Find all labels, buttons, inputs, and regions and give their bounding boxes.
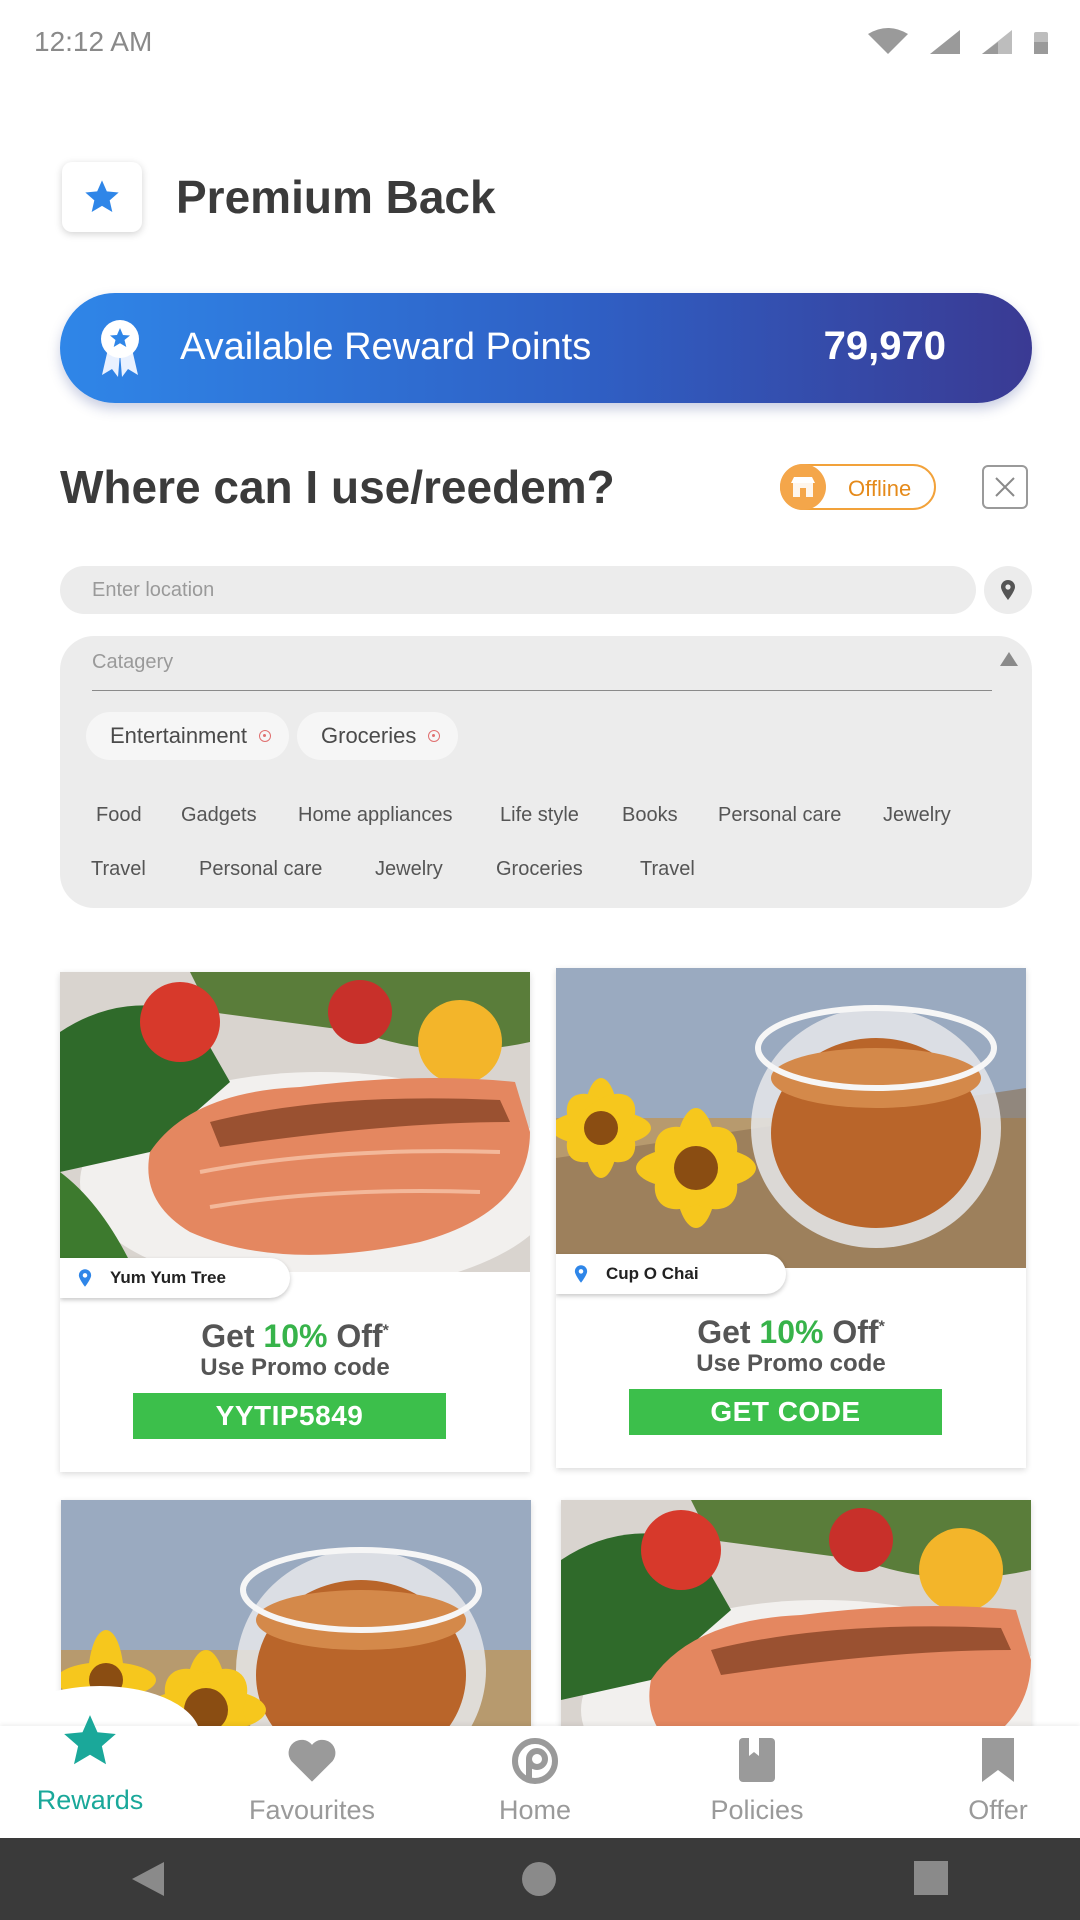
category-label: Catagery <box>92 651 174 673</box>
battery-icon <box>1034 32 1048 54</box>
store-name: Cup O Chai <box>606 1264 699 1283</box>
location-pin-icon <box>78 1269 92 1287</box>
recents-icon[interactable] <box>913 1860 949 1896</box>
collapse-arrow-icon[interactable] <box>1000 652 1018 666</box>
category-option[interactable]: Personal care <box>199 858 322 881</box>
nav-policies[interactable]: Policies <box>667 1726 847 1838</box>
category-option[interactable]: Gadgets <box>181 804 257 827</box>
reward-points-value: 79,970 <box>823 324 946 368</box>
category-option[interactable]: Travel <box>640 858 695 881</box>
offer-percent: 10% <box>759 1314 824 1350</box>
offer-text: Get 10% Off* <box>697 1314 885 1350</box>
bottom-nav: Rewards Favourites Home Policies Offer <box>0 1715 1080 1838</box>
offline-label: Offline <box>848 476 912 501</box>
offer-text: Get 10% Off* <box>201 1318 389 1354</box>
signal-icon <box>930 30 960 54</box>
book-icon <box>739 1738 775 1782</box>
reward-points-banner[interactable]: Available Reward Points 79,970 <box>60 293 1032 403</box>
app-logo <box>62 162 142 232</box>
promo-label: Use Promo code <box>200 1354 390 1381</box>
get-code-button[interactable]: GET CODE <box>629 1389 942 1435</box>
location-button[interactable] <box>984 566 1032 614</box>
reward-label: Available Reward Points <box>180 326 592 368</box>
signal-2-icon <box>982 30 1012 54</box>
category-option[interactable]: Travel <box>91 858 146 881</box>
app-title: Premium Back <box>176 171 496 223</box>
promo-code-button[interactable]: YYTIP5849 <box>133 1393 446 1439</box>
category-panel: Catagery Entertainment Groceries Food Ga… <box>60 636 1032 908</box>
close-button[interactable] <box>982 465 1028 509</box>
map-pin-icon <box>1001 580 1015 600</box>
food-image-salmon <box>60 972 530 1272</box>
award-ribbon-icon <box>101 320 139 377</box>
offer-card[interactable]: Cup O Chai Get 10% Off* Use Promo code G… <box>556 968 1026 1468</box>
chip-label: Entertainment <box>110 723 247 748</box>
category-option[interactable]: Food <box>96 804 142 827</box>
offline-toggle[interactable]: Offline <box>780 464 936 510</box>
category-option[interactable]: Jewelry <box>375 858 443 881</box>
section-heading: Where can I use/reedem? <box>60 461 615 513</box>
close-icon <box>995 477 1015 497</box>
bookmark-icon <box>982 1738 1014 1782</box>
store-pill: Yum Yum Tree <box>60 1258 290 1298</box>
remove-chip-icon[interactable] <box>258 730 271 742</box>
category-option[interactable]: Home appliances <box>298 804 453 827</box>
status-icons <box>866 28 1050 56</box>
status-bar: 12:12 AM <box>0 0 1080 88</box>
heart-icon <box>288 1739 336 1782</box>
store-name: Yum Yum Tree <box>110 1268 226 1287</box>
home-circle-icon[interactable] <box>520 1860 558 1898</box>
offer-percent: 10% <box>263 1318 328 1354</box>
category-option[interactable]: Jewelry <box>883 804 951 827</box>
star-icon <box>64 1715 116 1765</box>
category-option[interactable]: Books <box>622 804 678 827</box>
system-nav-bar <box>0 1838 1080 1920</box>
selected-chip-entertainment[interactable]: Entertainment <box>86 712 289 760</box>
nav-home[interactable]: Home <box>445 1726 625 1838</box>
offer-card[interactable]: Yum Yum Tree Get 10% Off* Use Promo code… <box>60 972 530 1472</box>
back-icon[interactable] <box>130 1860 166 1898</box>
wifi-icon <box>868 28 908 54</box>
category-option[interactable]: Life style <box>500 804 579 827</box>
nav-offer[interactable]: Offer <box>908 1726 1080 1838</box>
location-pin-icon <box>574 1265 588 1283</box>
category-option[interactable]: Personal care <box>718 804 841 827</box>
category-underline <box>92 690 992 691</box>
nav-rewards[interactable]: Rewards <box>0 1715 180 1838</box>
category-option[interactable]: Groceries <box>496 858 583 881</box>
chip-label: Groceries <box>321 723 417 748</box>
promo-label: Use Promo code <box>696 1350 886 1377</box>
home-logo-icon <box>512 1738 558 1784</box>
store-pill: Cup O Chai <box>556 1254 786 1294</box>
selected-chip-groceries[interactable]: Groceries <box>297 712 459 760</box>
nav-favourites[interactable]: Favourites <box>222 1726 402 1838</box>
remove-chip-icon[interactable] <box>428 730 441 742</box>
store-icon <box>780 464 826 510</box>
location-input[interactable] <box>60 566 976 614</box>
status-time: 12:12 AM <box>34 26 153 57</box>
drink-image-tea <box>556 968 1026 1268</box>
star-icon <box>85 180 119 212</box>
